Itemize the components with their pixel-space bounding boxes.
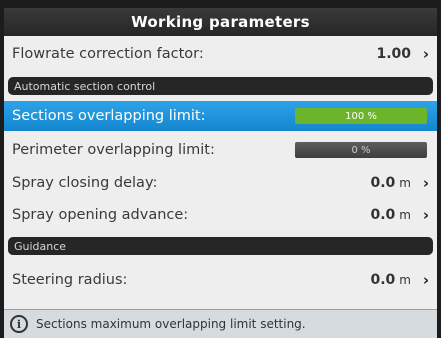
row-steering-radius[interactable]: Steering radius: 0.0 m ›	[4, 265, 437, 295]
chevron-right-icon: ›	[422, 206, 429, 224]
spray-closing-label: Spray closing delay:	[12, 175, 158, 191]
page-title: Working parameters	[4, 8, 437, 36]
sections-overlap-bar[interactable]: 100 %	[295, 108, 427, 124]
screen: Working parameters Flowrate correction f…	[4, 8, 437, 338]
chevron-right-icon: ›	[422, 174, 429, 192]
spray-opening-label: Spray opening advance:	[12, 207, 189, 223]
steering-radius-value-group: 0.0 m	[370, 272, 411, 288]
spray-closing-unit: m	[399, 176, 411, 190]
perimeter-overlap-bar[interactable]: 0 %	[295, 142, 427, 158]
chevron-right-icon: ›	[422, 271, 429, 289]
flowrate-label: Flowrate correction factor:	[12, 46, 204, 62]
section-header-guidance-label: Guidance	[14, 239, 67, 253]
row-spray-closing-delay[interactable]: Spray closing delay: 0.0 m ›	[4, 168, 437, 198]
info-text: Sections maximum overlapping limit setti…	[36, 317, 306, 331]
spray-opening-value-group: 0.0 m	[370, 207, 411, 223]
spray-closing-value-group: 0.0 m	[370, 175, 411, 191]
sections-overlap-label: Sections overlapping limit:	[12, 108, 206, 124]
row-perimeter-overlapping[interactable]: Perimeter overlapping limit: 0 %	[4, 135, 437, 165]
perimeter-overlap-label: Perimeter overlapping limit:	[12, 142, 215, 158]
info-bar: i Sections maximum overlapping limit set…	[4, 309, 437, 338]
spray-opening-value: 0.0	[370, 207, 396, 223]
row-spray-opening-advance[interactable]: Spray opening advance: 0.0 m ›	[4, 200, 437, 230]
section-header-automatic: Automatic section control	[8, 77, 433, 95]
page-title-text: Working parameters	[131, 13, 310, 31]
perimeter-overlap-value: 0 %	[351, 144, 371, 156]
chevron-right-icon: ›	[422, 45, 429, 63]
steering-radius-unit: m	[399, 273, 411, 287]
steering-radius-value: 0.0	[370, 272, 396, 288]
steering-radius-label: Steering radius:	[12, 272, 128, 288]
row-sections-overlapping[interactable]: Sections overlapping limit: 100 %	[4, 101, 437, 131]
row-flowrate-correction[interactable]: Flowrate correction factor: 1.00 ›	[4, 39, 437, 69]
device-frame: Working parameters Flowrate correction f…	[0, 0, 441, 338]
spray-opening-unit: m	[399, 208, 411, 222]
sections-overlap-value: 100 %	[345, 110, 377, 122]
spray-closing-value: 0.0	[370, 175, 396, 191]
section-header-automatic-label: Automatic section control	[14, 79, 156, 93]
section-header-guidance: Guidance	[8, 237, 433, 255]
info-icon: i	[10, 315, 28, 333]
flowrate-value: 1.00	[376, 46, 411, 62]
